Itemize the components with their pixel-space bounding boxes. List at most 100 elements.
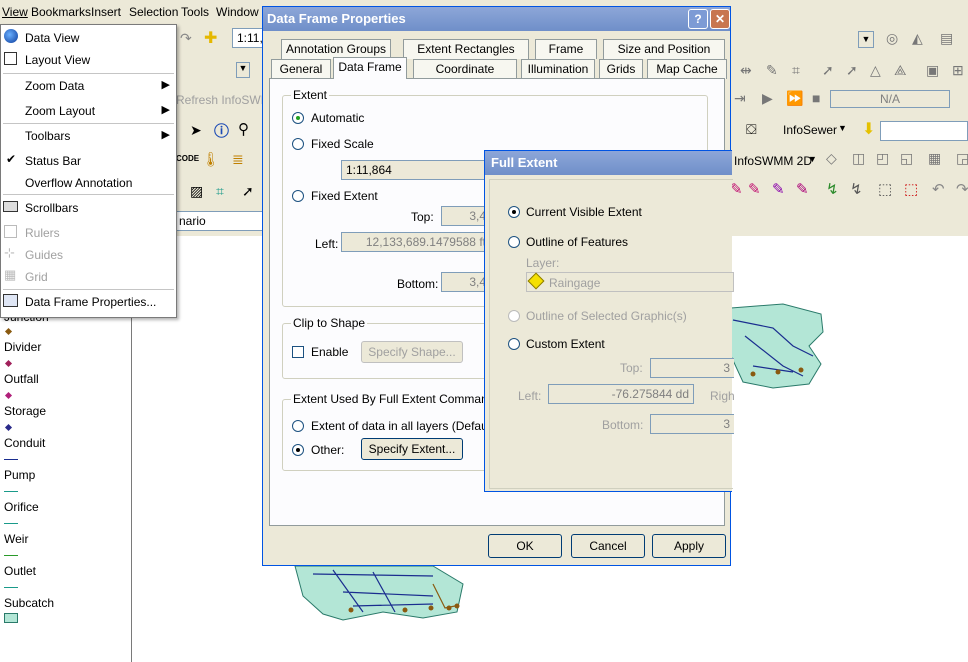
legend-item-outfall: Outfall: [4, 372, 39, 386]
hatch-icon[interactable]: ▨: [190, 183, 203, 200]
menu-item-overflow-annotation[interactable]: Overflow Annotation: [1, 172, 176, 194]
menu-item-layout-view[interactable]: Layout View: [1, 49, 176, 71]
menu-item-data-frame-properties[interactable]: Data Frame Properties...: [1, 291, 176, 313]
menu-insert[interactable]: Insert: [91, 5, 121, 19]
boundary-2d-icon[interactable]: ◫: [852, 150, 865, 167]
fast-forward-icon[interactable]: ⏩: [786, 90, 803, 107]
frame-icon[interactable]: ▣: [926, 62, 939, 79]
tab-illumination[interactable]: Illumination: [521, 59, 595, 79]
tab-general[interactable]: General: [271, 59, 331, 79]
node-2d-icon[interactable]: ◰: [876, 150, 889, 167]
connect-icon[interactable]: ↯: [826, 180, 839, 198]
dropdown-arrow-icon[interactable]: ▼: [858, 31, 874, 48]
dropdown-arrow-icon[interactable]: ▼: [236, 62, 250, 78]
specify-extent-button[interactable]: Specify Extent...: [361, 438, 463, 460]
layer-icon[interactable]: ▤: [940, 30, 953, 47]
infoswmm2d-menu[interactable]: InfoSWMM 2D: [734, 154, 812, 168]
hillshade-icon[interactable]: ◭: [912, 30, 923, 47]
edit-icon[interactable]: ✎: [766, 62, 778, 79]
tab-frame[interactable]: Frame: [535, 39, 597, 59]
refresh-infoswmm-label[interactable]: Refresh InfoSWMM: [176, 93, 262, 107]
redo-icon[interactable]: ↷: [956, 180, 968, 198]
legend-item-weir: Weir: [4, 532, 29, 546]
thermometer-icon[interactable]: 🌡: [202, 151, 220, 168]
toolbar-row-1: ↷ ✚ 1:11,: [176, 28, 266, 50]
report-icon[interactable]: ≣: [232, 151, 244, 168]
apply-button[interactable]: Apply: [652, 534, 726, 558]
menu-item-toolbars[interactable]: Toolbars ▶: [1, 125, 176, 147]
menu-item-label: Layout View: [25, 53, 91, 67]
add-data-icon[interactable]: ✚: [204, 28, 217, 48]
bottom-label: Bottom:: [397, 277, 439, 291]
triangle-icon[interactable]: △: [870, 62, 881, 79]
close-icon[interactable]: ✕: [710, 9, 730, 29]
grid-snap-icon[interactable]: ⌗: [216, 183, 224, 200]
custom-extent-radio[interactable]: [508, 338, 520, 350]
delete-icon[interactable]: ⬚: [904, 180, 918, 198]
ok-button[interactable]: OK: [488, 534, 562, 558]
tab-annotation-groups[interactable]: Annotation Groups: [281, 39, 391, 59]
menu-item-scrollbars[interactable]: Scrollbars: [1, 197, 176, 219]
menu-item-zoom-layout[interactable]: Zoom Layout ▶: [1, 100, 176, 122]
extent-all-layers-radio[interactable]: [292, 420, 304, 432]
step-icon[interactable]: ⇥: [734, 90, 746, 107]
sewer-tool-icon[interactable]: ⛋: [746, 121, 757, 138]
fixed-extent-radio[interactable]: [292, 190, 304, 202]
reconnect-icon[interactable]: ↯: [850, 180, 863, 198]
play-icon[interactable]: ▶: [762, 90, 773, 107]
undo-icon[interactable]: ↶: [932, 180, 945, 198]
menu-view[interactable]: View: [2, 5, 28, 19]
enable-checkbox[interactable]: [292, 346, 304, 358]
find-binoculars-icon[interactable]: ⚲: [238, 120, 249, 138]
cell-2d-icon[interactable]: ◱: [900, 150, 913, 167]
download-arrow-icon[interactable]: ⬇: [862, 119, 875, 139]
output-2d-icon[interactable]: ▦: [928, 150, 941, 167]
select-icon[interactable]: ➚: [822, 62, 834, 79]
help-icon[interactable]: ?: [688, 9, 708, 29]
scale-field[interactable]: 1:11,864: [341, 160, 491, 180]
menu-tools[interactable]: Tools: [181, 5, 209, 19]
redo-icon[interactable]: ↷: [180, 30, 192, 47]
edit-area-icon[interactable]: ✎: [796, 180, 809, 198]
menu-item-status-bar[interactable]: ✔ Status Bar: [1, 150, 176, 172]
automatic-radio[interactable]: [292, 112, 304, 124]
menu-bookmarks[interactable]: Bookmarks: [31, 5, 91, 19]
reshape-icon[interactable]: ⟁: [894, 62, 907, 79]
infosewer-combo[interactable]: [880, 121, 968, 141]
erase-icon[interactable]: ⬚: [878, 180, 892, 198]
edit-sub-icon[interactable]: ✎: [772, 180, 785, 198]
tab-grids[interactable]: Grids: [599, 59, 643, 79]
tool-2d-icon[interactable]: ◲: [956, 150, 968, 167]
tab-coordinate-system[interactable]: Coordinate System: [413, 59, 517, 94]
other-radio[interactable]: [292, 444, 304, 456]
tab-map-cache[interactable]: Map Cache: [647, 59, 727, 79]
identify-icon[interactable]: ⓘ: [214, 120, 229, 141]
scale-input[interactable]: 1:11,: [232, 28, 266, 48]
menu-window[interactable]: Window: [216, 5, 259, 19]
select-arrow-icon[interactable]: ➤: [190, 122, 202, 139]
infosewer-menu[interactable]: InfoSewer: [783, 123, 837, 137]
grid-icon[interactable]: ⊞: [952, 62, 964, 79]
code-icon[interactable]: CODE: [176, 154, 199, 163]
fingerprint-icon[interactable]: ◎: [886, 30, 898, 47]
tab-extent-rectangles[interactable]: Extent Rectangles: [403, 39, 529, 59]
menu-item-zoom-data[interactable]: Zoom Data ▶: [1, 75, 176, 97]
tab-data-frame[interactable]: Data Frame: [333, 57, 407, 79]
scenario-combo[interactable]: nario: [176, 211, 266, 231]
menu-selection[interactable]: Selection: [129, 5, 178, 19]
fixed-scale-radio[interactable]: [292, 138, 304, 150]
custom-extent-label: Custom Extent: [526, 337, 605, 351]
current-visible-extent-radio[interactable]: [508, 206, 520, 218]
edit-link-icon[interactable]: ✎: [748, 180, 761, 198]
mesh-2d-icon[interactable]: ◇: [826, 150, 837, 167]
legend-item-pump: Pump: [4, 468, 36, 482]
pan-arrows-icon[interactable]: ⇹: [740, 62, 752, 79]
pointer-icon[interactable]: ➚: [242, 183, 254, 200]
menu-item-data-view[interactable]: Data View: [1, 27, 176, 49]
cancel-button[interactable]: Cancel: [571, 534, 645, 558]
stop-icon[interactable]: ■: [812, 90, 820, 106]
select-node-icon[interactable]: ➚: [846, 62, 858, 79]
outline-features-radio[interactable]: [508, 236, 520, 248]
vertex-icon[interactable]: ⌗: [792, 62, 800, 79]
tab-size-and-position[interactable]: Size and Position: [603, 39, 725, 59]
